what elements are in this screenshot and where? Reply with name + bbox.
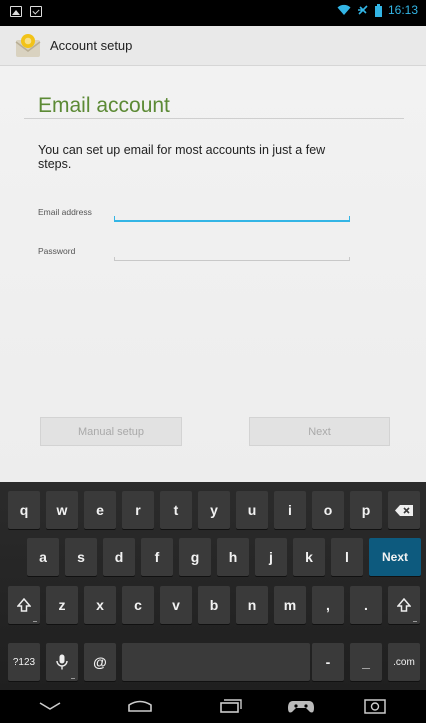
status-time: 16:13 (387, 3, 418, 17)
shift-icon (17, 598, 31, 612)
key-at[interactable]: @ (84, 643, 116, 681)
key-r[interactable]: r (122, 491, 154, 529)
email-field-underline (114, 216, 350, 220)
page-title: Email account (38, 94, 170, 117)
recent-apps-icon[interactable] (215, 696, 245, 716)
key-h[interactable]: h (217, 538, 249, 576)
hide-keyboard-icon[interactable] (35, 696, 65, 716)
soft-keyboard: q w e r t y u i o p a s d f g h j k l Ne… (0, 482, 426, 690)
microphone-icon (56, 654, 68, 670)
image-notification-icon (10, 6, 22, 17)
key-s[interactable]: s (65, 538, 97, 576)
key-j[interactable]: j (255, 538, 287, 576)
key-p[interactable]: p (350, 491, 382, 529)
action-bar-title: Account setup (50, 38, 133, 53)
email-app-icon[interactable] (14, 33, 42, 59)
shift-icon (397, 598, 411, 612)
next-key[interactable]: Next (369, 538, 421, 576)
key-i[interactable]: i (274, 491, 306, 529)
key-e[interactable]: e (84, 491, 116, 529)
key-period[interactable]: . (350, 586, 382, 624)
system-status: 16:13 (337, 3, 418, 17)
key-b[interactable]: b (198, 586, 230, 624)
intro-text: You can set up email for most accounts i… (38, 143, 326, 171)
wifi-icon (337, 4, 351, 15)
password-field-underline (114, 257, 350, 261)
key-y[interactable]: y (198, 491, 230, 529)
battery-icon (374, 3, 382, 17)
key-l[interactable]: l (331, 538, 363, 576)
password-label: Password (38, 246, 76, 256)
key-z[interactable]: z (46, 586, 78, 624)
notification-icons (10, 6, 42, 17)
key-comma[interactable]: , (312, 586, 344, 624)
key-t[interactable]: t (160, 491, 192, 529)
key-dash[interactable]: - (312, 643, 344, 681)
key-f[interactable]: f (141, 538, 173, 576)
shift-key-left[interactable] (8, 586, 40, 624)
key-k[interactable]: k (293, 538, 325, 576)
mail-notification-icon (30, 6, 42, 17)
manual-setup-button[interactable]: Manual setup (40, 417, 182, 446)
game-controller-icon[interactable] (286, 696, 316, 716)
key-n[interactable]: n (236, 586, 268, 624)
backspace-icon (395, 504, 413, 516)
email-label: Email address (38, 207, 92, 217)
screenshot-icon[interactable] (360, 696, 390, 716)
key-m[interactable]: m (274, 586, 306, 624)
key-a[interactable]: a (27, 538, 59, 576)
key-o[interactable]: o (312, 491, 344, 529)
dot-com-key[interactable]: .com (388, 643, 420, 681)
key-d[interactable]: d (103, 538, 135, 576)
key-x[interactable]: x (84, 586, 116, 624)
key-underscore[interactable]: _ (350, 643, 382, 681)
navigation-bar (0, 690, 426, 723)
key-g[interactable]: g (179, 538, 211, 576)
backspace-key[interactable] (388, 491, 420, 529)
title-divider (24, 118, 404, 119)
shift-key-right[interactable] (388, 586, 420, 624)
space-key[interactable] (122, 643, 310, 681)
status-bar: 16:13 (0, 0, 426, 26)
key-q[interactable]: q (8, 491, 40, 529)
next-button[interactable]: Next (249, 417, 390, 446)
airplane-mode-icon (357, 5, 368, 15)
symbols-key[interactable]: ?123 (8, 643, 40, 681)
voice-input-key[interactable] (46, 643, 78, 681)
home-icon[interactable] (125, 696, 155, 716)
key-c[interactable]: c (122, 586, 154, 624)
action-bar: Account setup (0, 26, 426, 66)
setup-form: Email account You can set up email for m… (0, 66, 426, 482)
key-v[interactable]: v (160, 586, 192, 624)
key-u[interactable]: u (236, 491, 268, 529)
screen: 16:13 Account setup Email account You ca… (0, 0, 426, 723)
key-w[interactable]: w (46, 491, 78, 529)
